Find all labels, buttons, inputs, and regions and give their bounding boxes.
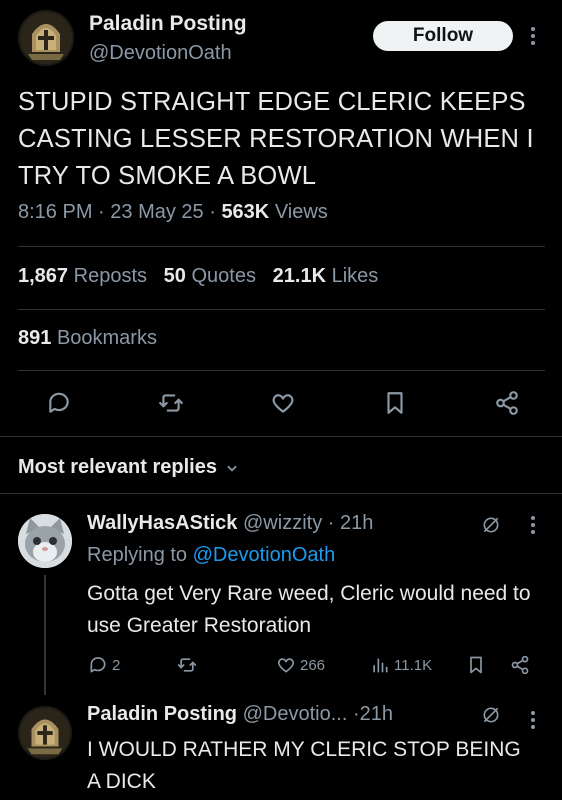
reply-time: 21h bbox=[340, 512, 374, 534]
post-date: 23 May 25 bbox=[110, 201, 204, 223]
views-icon bbox=[373, 658, 388, 673]
reposts-stat[interactable]: 1,867 Reposts bbox=[18, 265, 147, 287]
post-meta: 8:16 PM · 23 May 25 · 563K Views bbox=[18, 201, 328, 223]
likes-label: Likes bbox=[331, 265, 379, 287]
author-handle[interactable]: @DevotionOath bbox=[89, 42, 232, 65]
replies-sort-dropdown[interactable]: Most relevant replies bbox=[18, 456, 239, 479]
likes-count: 21.1K bbox=[272, 265, 327, 287]
author-avatar[interactable] bbox=[18, 10, 74, 66]
grok-icon[interactable] bbox=[481, 515, 501, 535]
thread-line bbox=[44, 575, 46, 695]
divider bbox=[18, 309, 545, 310]
replying-to: Replying to @DevotionOath bbox=[87, 544, 335, 567]
paladin-helmet-icon bbox=[18, 706, 72, 760]
reply-time: 21h bbox=[359, 703, 393, 725]
more-options-icon[interactable] bbox=[528, 27, 538, 45]
reply-like-button[interactable]: 266 bbox=[276, 655, 325, 675]
reply-repost-button[interactable] bbox=[177, 655, 197, 675]
divider bbox=[18, 246, 545, 247]
reply-share-button[interactable] bbox=[510, 655, 530, 675]
bookmarks-label: Bookmarks bbox=[56, 327, 157, 349]
reply-avatar[interactable] bbox=[18, 706, 72, 760]
reply-author-handle[interactable]: @wizzity bbox=[243, 512, 322, 534]
reply-bookmark-button[interactable] bbox=[466, 655, 486, 675]
divider bbox=[0, 436, 562, 437]
share-icon[interactable] bbox=[494, 390, 520, 416]
bookmark-icon[interactable] bbox=[382, 390, 408, 416]
engagement-stats: 1,867 Reposts 50 Quotes 21.1K Likes bbox=[18, 265, 378, 288]
reply-avatar[interactable] bbox=[18, 514, 72, 568]
reply-header: Paladin Posting @Devotio... ·21h bbox=[87, 703, 393, 725]
reply-reply-button[interactable]: 2 bbox=[88, 655, 120, 675]
reply-text: I WOULD RATHER MY CLERIC STOP BEING A DI… bbox=[87, 738, 521, 793]
follow-button[interactable]: Follow bbox=[373, 21, 513, 51]
paladin-helmet-icon bbox=[18, 10, 74, 66]
post-time: 8:16 PM bbox=[18, 201, 93, 223]
more-options-icon[interactable] bbox=[528, 516, 538, 534]
bookmark-icon bbox=[470, 656, 482, 674]
like-icon[interactable] bbox=[270, 390, 296, 416]
reply-icon bbox=[90, 657, 106, 673]
repost-icon[interactable] bbox=[158, 390, 184, 416]
view-count: 11.1K bbox=[394, 656, 433, 674]
reply-icon[interactable] bbox=[46, 390, 72, 416]
bookmarks-count: 891 bbox=[18, 327, 52, 349]
reposts-label: Reposts bbox=[73, 265, 147, 287]
reply-header: WallyHasAStick @wizzity · 21h bbox=[87, 512, 374, 534]
views-label: Views bbox=[274, 201, 328, 223]
views-count: 563K bbox=[221, 201, 270, 223]
reposts-count: 1,867 bbox=[18, 265, 69, 287]
replying-prefix: Replying to bbox=[87, 544, 188, 566]
reply-author-name[interactable]: WallyHasAStick bbox=[87, 512, 237, 534]
bookmarks-stat[interactable]: 891 Bookmarks bbox=[18, 327, 157, 350]
reply-text: Gotta get Very Rare weed, Cleric would n… bbox=[87, 582, 531, 637]
replies-sort-label: Most relevant replies bbox=[18, 456, 217, 478]
post-text: STUPID STRAIGHT EDGE CLERIC KEEPS CASTIN… bbox=[18, 88, 534, 190]
divider bbox=[18, 370, 545, 371]
author-name[interactable]: Paladin Posting bbox=[89, 12, 247, 36]
like-count: 266 bbox=[300, 656, 326, 674]
grok-icon[interactable] bbox=[481, 705, 501, 725]
share-icon bbox=[511, 655, 529, 675]
reply-author-name[interactable]: Paladin Posting bbox=[87, 703, 237, 725]
like-icon bbox=[277, 658, 295, 673]
reply-views-button[interactable]: 11.1K bbox=[370, 655, 432, 675]
quotes-stat[interactable]: 50 Quotes bbox=[164, 265, 256, 287]
repost-icon bbox=[177, 658, 197, 672]
quotes-count: 50 bbox=[163, 265, 186, 287]
reply-author-handle[interactable]: @Devotio... bbox=[243, 703, 348, 725]
more-options-icon[interactable] bbox=[528, 711, 538, 729]
divider bbox=[0, 493, 562, 494]
reply-count: 2 bbox=[112, 656, 121, 674]
chevron-down-icon bbox=[227, 465, 237, 472]
likes-stat[interactable]: 21.1K Likes bbox=[273, 265, 379, 287]
quotes-label: Quotes bbox=[191, 265, 256, 287]
cat-avatar-icon bbox=[18, 514, 72, 568]
replying-to-handle[interactable]: @DevotionOath bbox=[193, 544, 336, 566]
